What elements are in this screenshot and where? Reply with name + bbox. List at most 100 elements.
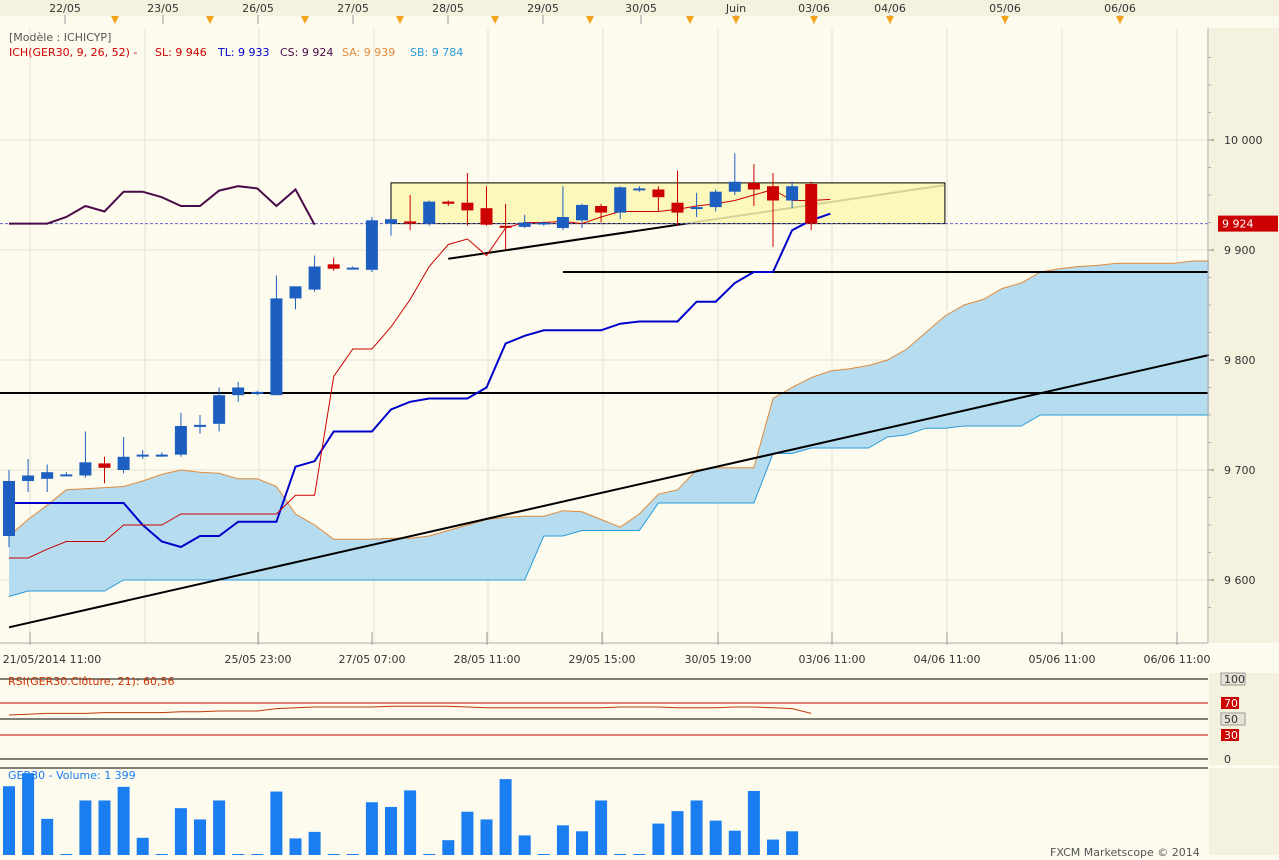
candle-body — [308, 266, 321, 290]
volume-axis-panel — [1209, 768, 1279, 855]
volume-bar — [155, 854, 168, 855]
candle-body — [365, 220, 378, 270]
bear-candle — [805, 181, 818, 231]
candle-body — [556, 217, 569, 228]
candle-body — [155, 454, 168, 457]
bull-candle — [423, 200, 436, 226]
candle-body — [499, 225, 512, 228]
top-date-label: 06/06 — [1104, 2, 1136, 15]
volume-bar — [690, 800, 703, 855]
volume-bar — [747, 790, 760, 855]
volume-bar — [22, 773, 35, 855]
volume-bar — [480, 819, 493, 855]
time-tick-label: 29/05 15:00 — [569, 653, 636, 666]
volume-bar — [60, 854, 73, 855]
price-tick-label: 9 900 — [1224, 244, 1256, 257]
volume-bar — [537, 854, 550, 855]
price-axis-panel — [1209, 28, 1279, 643]
volume-bar — [213, 800, 226, 855]
volume-bar — [232, 854, 245, 855]
volume-bar — [404, 790, 417, 855]
candle-body — [385, 219, 397, 224]
candle-body — [690, 207, 703, 210]
top-date-label: Juin — [725, 2, 746, 15]
volume-bar — [194, 819, 206, 855]
candle-body — [671, 202, 684, 213]
rsi-label: RSI(GER30.Clôture, 21): 60,56 — [8, 675, 175, 688]
candle-body — [174, 426, 187, 455]
rsi-tick-label: 70 — [1224, 697, 1238, 710]
volume-bar — [709, 820, 722, 855]
model-label: [Modèle : ICHICYP] — [9, 31, 111, 44]
sb-value: SB: 9 784 — [410, 46, 463, 59]
rsi-tick-label: 0 — [1224, 753, 1231, 766]
candle-body — [270, 298, 283, 396]
bull-candle — [3, 470, 15, 547]
candle-body — [251, 391, 264, 394]
volume-bar — [346, 854, 359, 855]
volume-bar — [442, 840, 455, 855]
candle-body — [346, 267, 359, 270]
chart-canvas[interactable]: 22/05 23/05 26/05 27/05 28/05 29/05 30/05 Juin 0… — [0, 0, 1279, 860]
candle-body — [461, 202, 474, 211]
volume-bar — [3, 786, 15, 855]
volume-bar — [518, 835, 531, 855]
candle-body — [289, 286, 302, 299]
candle-body — [786, 186, 799, 201]
volume-bar — [671, 811, 684, 855]
candle-body — [518, 222, 531, 227]
time-tick-label: 21/05/2014 11:00 — [3, 653, 102, 666]
price-tick-label: 10 000 — [1224, 134, 1263, 147]
time-tick-label: 05/06 11:00 — [1029, 653, 1096, 666]
bull-candle — [365, 217, 378, 272]
candle-body — [423, 201, 436, 224]
candle-body — [232, 387, 245, 396]
volume-bar — [289, 838, 302, 855]
ichimoku-label: ICH(GER30, 9, 26, 52) - — [9, 46, 137, 59]
volume-bar — [98, 800, 111, 855]
candle-body — [595, 206, 608, 213]
volume-bar — [786, 831, 799, 855]
volume-bar — [308, 831, 321, 855]
top-date-label: 22/05 — [49, 2, 81, 15]
candle-body — [576, 204, 588, 221]
price-axis: 10 000 9 900 9 800 9 700 9 600 9 924 — [1207, 28, 1279, 643]
time-tick-label: 06/06 11:00 — [1144, 653, 1211, 666]
candle-body — [537, 222, 550, 225]
candle-body — [327, 264, 340, 269]
rsi-tick-label: 50 — [1224, 713, 1238, 726]
candle-body — [747, 182, 760, 190]
volume-bar — [423, 854, 436, 855]
candle-body — [728, 181, 741, 192]
candle-body — [98, 463, 111, 468]
volume-bar — [556, 825, 569, 855]
candle-body — [442, 201, 455, 204]
top-date-label: 29/05 — [527, 2, 559, 15]
volume-bar — [767, 839, 779, 855]
top-date-label: 27/05 — [337, 2, 369, 15]
volume-bar — [614, 854, 627, 855]
candle-body — [213, 395, 226, 424]
volume-bar — [41, 818, 54, 855]
copyright: FXCM Marketscope © 2014 — [1050, 846, 1200, 859]
volume-bar — [174, 808, 187, 855]
top-date-label: 26/05 — [242, 2, 274, 15]
candle-body — [404, 221, 417, 224]
price-tick-label: 9 600 — [1224, 574, 1256, 587]
rsi-tick-label: 100 — [1224, 673, 1245, 686]
sl-value: SL: 9 946 — [155, 46, 207, 59]
candle-body — [194, 424, 206, 427]
volume-bar — [270, 791, 283, 855]
rsi-tick-label: 30 — [1224, 729, 1238, 742]
time-tick-label: 25/05 23:00 — [225, 653, 292, 666]
candle-body — [652, 189, 665, 198]
top-date-label: 04/06 — [874, 2, 906, 15]
volume-label: GER30 - Volume: 1 399 — [8, 769, 136, 782]
volume-bar — [461, 811, 474, 855]
candle-body — [41, 472, 54, 479]
current-price-text: 9 924 — [1222, 218, 1254, 231]
volume-bar — [251, 854, 264, 855]
volume-bar — [365, 802, 378, 855]
sa-value: SA: 9 939 — [342, 46, 395, 59]
volume-bar — [576, 831, 588, 855]
